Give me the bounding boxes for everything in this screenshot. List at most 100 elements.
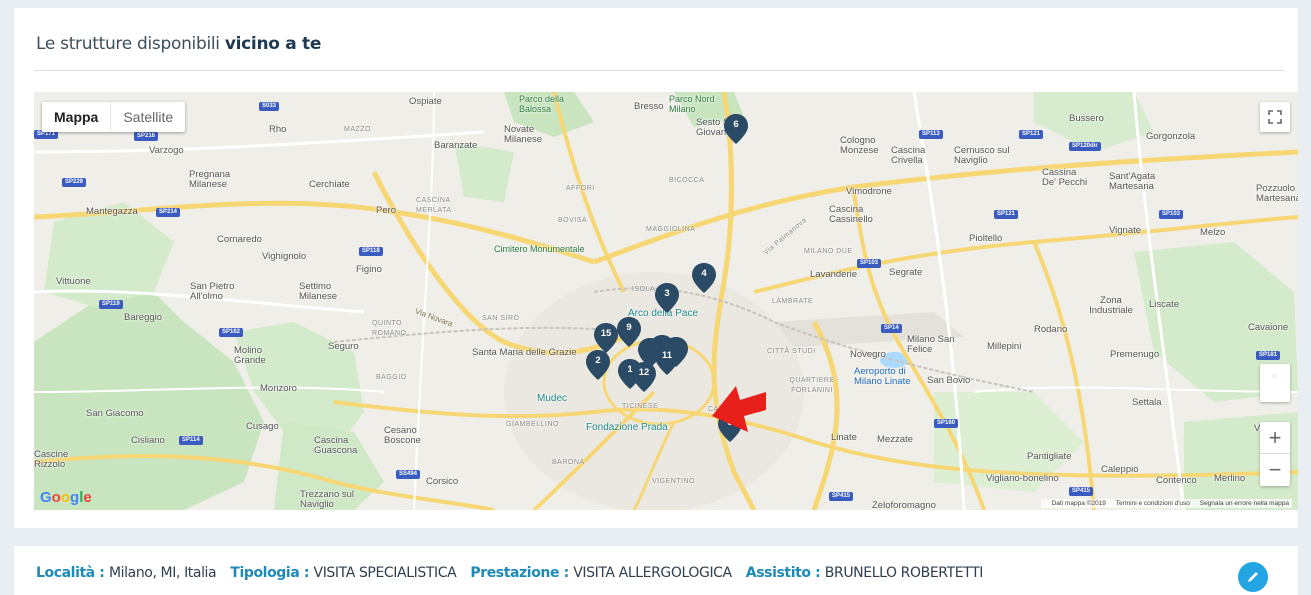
place-label: CITTÀ STUDI: [767, 348, 816, 355]
section-title: Le strutture disponibili vicino a te: [36, 34, 322, 54]
road-badge: SP14: [881, 324, 902, 333]
filter-value-prestazione: VISITA ALLERGOLOGICA: [573, 565, 732, 581]
place-label: Vigliano-bonelino: [986, 473, 1059, 484]
place-label: QUINTO ROMANO: [372, 320, 407, 337]
place-label: LAMBRATE: [772, 298, 814, 305]
place-label: Molino Grande: [234, 345, 266, 366]
place-label: Cisliano: [131, 435, 165, 446]
place-label: Cavaione: [1248, 322, 1289, 333]
edit-search-button[interactable]: [1238, 562, 1268, 592]
place-label: Lavanderie: [810, 269, 858, 280]
map-marker[interactable]: 2: [586, 350, 610, 380]
road-badge: SP113: [919, 130, 943, 139]
map-type-mappa[interactable]: Mappa: [42, 102, 110, 132]
place-label: Mudec: [537, 393, 568, 404]
filter-label-prestazione: Prestazione: [470, 565, 560, 581]
place-label: Sant'Agata Martesana: [1109, 171, 1156, 192]
place-label: Cascina Guascona: [314, 435, 358, 456]
place-label: San Bovio: [927, 375, 971, 386]
filter-label-assistito: Assistito: [745, 565, 811, 581]
place-label: Bareggio: [124, 312, 163, 323]
report-error-link[interactable]: Segnala un errore nella mappa: [1200, 500, 1289, 507]
road-badge: SP160: [934, 419, 959, 428]
terms-link[interactable]: Termini e condizioni d'uso: [1116, 500, 1190, 507]
place-label: Cologno Monzese: [840, 135, 879, 156]
road-badge: SP120dir: [1069, 142, 1101, 151]
filter-label-localita: Località: [36, 565, 95, 581]
place-label: Pozzuolo Martesana: [1256, 183, 1298, 204]
place-label: Rodano: [1034, 324, 1068, 335]
place-label: Fondazione Prada: [586, 422, 668, 433]
place-label: BICOCCA: [669, 177, 705, 184]
filter-label-tipologia: Tipologia: [230, 565, 300, 581]
road-badge: SP121: [994, 210, 1019, 219]
map-marker[interactable]: 15: [594, 323, 618, 353]
road-badge: SP162: [219, 328, 244, 337]
place-label: Varzogo: [149, 145, 184, 156]
pegman-icon: [1272, 373, 1278, 379]
place-label: Vignate: [1109, 225, 1142, 236]
fullscreen-icon: [1268, 110, 1282, 124]
title-divider: [34, 70, 1284, 71]
place-label: San Giacomo: [86, 408, 144, 419]
place-label: Zeloforomagno: [872, 500, 936, 511]
fullscreen-button[interactable]: [1260, 102, 1290, 132]
search-summary: Località : Milano, MI, Italia Tipologia …: [36, 565, 983, 581]
place-label: Liscate: [1149, 299, 1180, 310]
place-label: Zona Industriale: [1089, 295, 1133, 316]
road-badge: SP103: [1159, 210, 1184, 219]
place-label: Cassina De' Pecchi: [1042, 167, 1088, 188]
zoom-in-button[interactable]: +: [1260, 422, 1290, 454]
map-marker[interactable]: 3: [655, 283, 679, 313]
place-label: Monzoro: [260, 383, 297, 394]
road-badge: SP229: [62, 178, 87, 187]
road-badge: S033: [259, 102, 280, 111]
google-logo: Google: [40, 489, 92, 506]
place-label: Gorgonzola: [1146, 131, 1196, 142]
place-label: Novegro: [850, 349, 886, 360]
map-marker[interactable]: 12: [632, 362, 656, 392]
map-type-control: Mappa Satellite: [42, 102, 186, 132]
place-label: BARONA: [552, 459, 585, 466]
filter-value-tipologia: VISITA SPECIALISTICA: [313, 565, 457, 581]
map-view[interactable]: Ospiate Rho MAZZO Baranzate Novate Milan…: [34, 92, 1298, 510]
place-label: Pioltello: [969, 233, 1003, 244]
place-label: Cascina Cassinello: [829, 204, 873, 225]
street-view-button[interactable]: [1260, 364, 1290, 402]
place-label: Segrate: [889, 267, 923, 278]
place-label: Cornaredo: [217, 234, 262, 245]
place-label: Caleppio: [1101, 464, 1139, 475]
place-label: Mantegazza: [86, 206, 138, 217]
place-label: Parco Nord Milano: [669, 94, 715, 114]
place-label: Merlino: [1214, 473, 1246, 484]
pencil-icon: [1248, 572, 1258, 582]
place-label: Trezzano sul Naviglio: [300, 489, 355, 510]
place-label: QUARTIERE FORLANINI: [789, 377, 835, 394]
zoom-out-button[interactable]: −: [1260, 454, 1290, 486]
place-label: Figino: [356, 264, 382, 275]
place-label: MAZZO: [344, 126, 371, 133]
road-badge: SP114: [179, 436, 203, 445]
road-badge: SP415: [829, 492, 854, 501]
road-badge: SP119: [99, 300, 123, 309]
map-marker[interactable]: 4: [692, 263, 716, 293]
place-label: MILANO DUE: [804, 248, 853, 255]
place-label: Corsico: [426, 476, 459, 487]
map-type-satellite[interactable]: Satellite: [110, 102, 185, 132]
place-label: ISOLA: [632, 286, 656, 293]
road-badge: SP103: [857, 259, 882, 268]
map-marker[interactable]: 6: [724, 114, 748, 144]
place-label: Vimodrone: [846, 186, 892, 197]
place-label: Vighignolo: [262, 251, 307, 262]
map-marker[interactable]: 11: [655, 345, 679, 375]
place-label: Contenco: [1156, 475, 1197, 486]
map-card: Le strutture disponibili vicino a te Osp…: [14, 8, 1298, 528]
place-label: Cerchiate: [309, 179, 350, 190]
road-badge: SS494: [396, 470, 421, 479]
place-label: Cusago: [246, 421, 279, 432]
place-label: Premenugo: [1110, 349, 1160, 360]
place-label: Vittuone: [56, 276, 91, 287]
place-label: Cernusco sul Naviglio: [954, 145, 1010, 166]
place-label: VIGENTINO: [652, 478, 696, 485]
place-label: Melzo: [1200, 227, 1226, 238]
